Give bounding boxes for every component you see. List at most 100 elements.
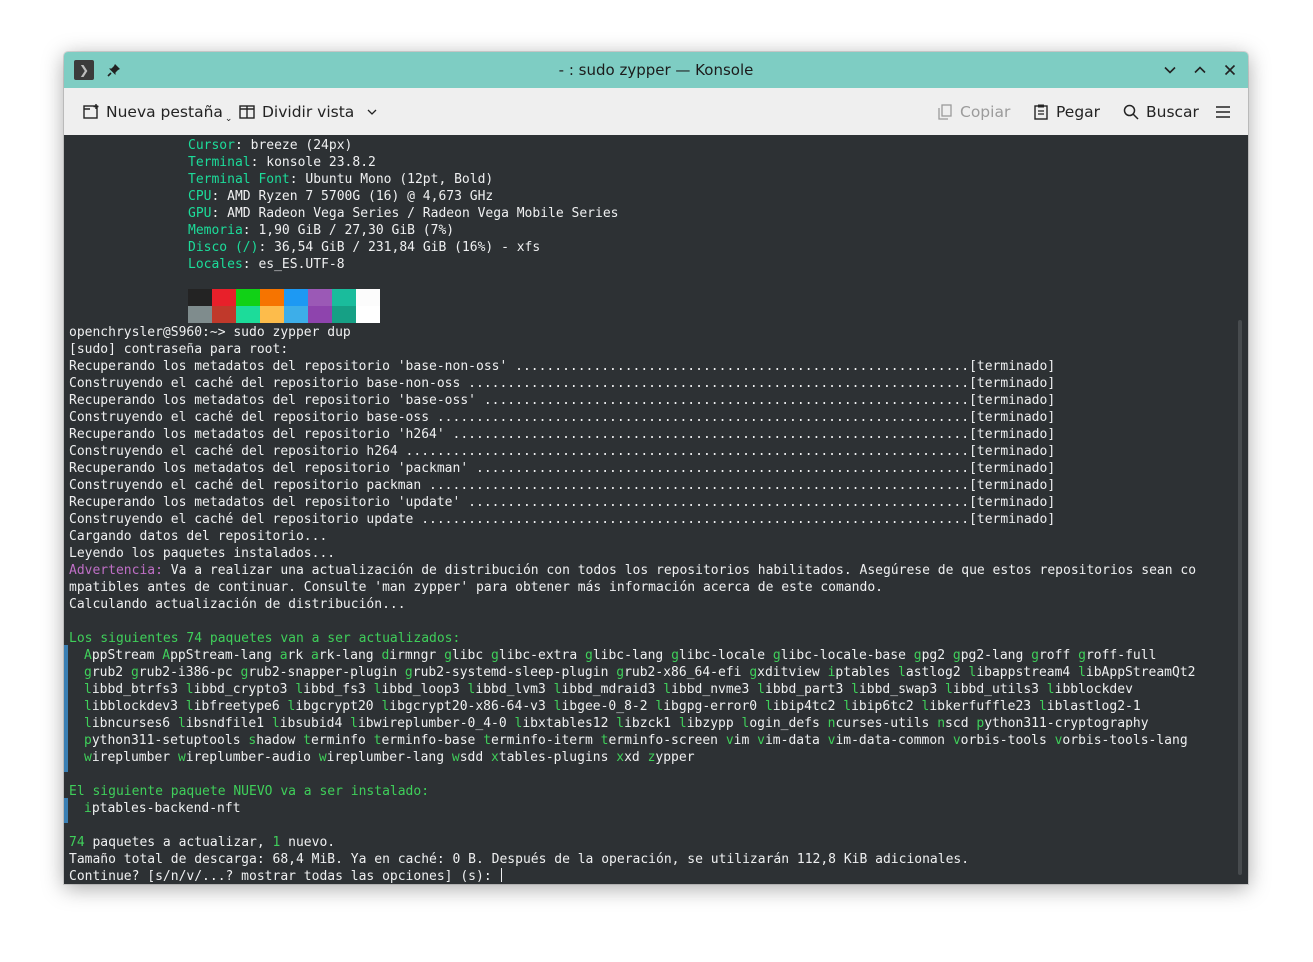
package-name: libgee-0_8-2	[553, 699, 648, 714]
package-initial: l	[663, 682, 672, 697]
package-name: grub2-snapper-plugin	[240, 665, 398, 680]
package-initial: l	[678, 716, 687, 731]
package-initial: l	[1078, 665, 1086, 680]
package-initial: w	[84, 750, 92, 765]
warning-line: mpatibles antes de continuar. Consulte '…	[69, 579, 883, 596]
package-name: libbd_part3	[757, 682, 844, 697]
package-name: AppStream	[84, 648, 155, 663]
package-name: shadow	[248, 733, 296, 748]
sysinfo-key: CPU	[188, 189, 212, 204]
package-initial: v	[827, 733, 836, 748]
package-list-line: grub2 grub2-i386-pc grub2-snapper-plugin…	[84, 664, 1195, 681]
package-initial: w	[177, 750, 186, 765]
package-initial: A	[162, 648, 171, 663]
terminal-line: Construyendo el caché del repositorio up…	[69, 511, 1055, 528]
split-view-button[interactable]: Dividir vista	[238, 88, 378, 135]
package-initial: l	[1046, 682, 1055, 697]
new-package-heading-text: El siguiente paquete NUEVO va a ser inst…	[69, 784, 430, 799]
prompt-text: Continue? [s/n/v/...? mostrar todas las …	[69, 869, 500, 884]
summary-text: paquetes a actualizar,	[84, 835, 273, 850]
package-initial: p	[84, 733, 92, 748]
hamburger-menu-icon	[1216, 105, 1230, 118]
konsole-window: ❯ - : sudo zypper — Konsole Nueva pestañ…	[64, 52, 1248, 884]
package-initial: g	[404, 665, 413, 680]
sysinfo-line: Locales: es_ES.UTF-8	[188, 256, 345, 273]
package-initial: l	[84, 716, 92, 731]
package-initial: l	[616, 716, 625, 731]
package-initial: l	[757, 682, 765, 697]
package-initial: g	[772, 648, 781, 663]
sysinfo-line: Terminal Font: Ubuntu Mono (12pt, Bold)	[188, 171, 493, 188]
package-initial: g	[584, 648, 593, 663]
sysinfo-value: : AMD Radeon Vega Series / Radeon Vega M…	[211, 206, 619, 221]
paste-button[interactable]: Pegar	[1032, 88, 1100, 135]
package-name: grub2-x86_64-efi	[616, 665, 742, 680]
terminal-line: Recuperando los metadatos del repositori…	[69, 494, 1055, 511]
sysinfo-key: Terminal Font	[188, 172, 290, 187]
color-swatch	[212, 306, 236, 323]
terminal-line: Construyendo el caché del repositorio ba…	[69, 409, 1055, 426]
package-name: grub2-systemd-sleep-plugin	[404, 665, 609, 680]
package-name: ark-lang	[311, 648, 374, 663]
new-tab-button[interactable]: Nueva pestaña ⌄	[82, 88, 232, 135]
terminal-output[interactable]: Cursor: breeze (24px) Terminal: konsole 2…	[64, 135, 1248, 884]
terminal-line: Recuperando los metadatos del repositori…	[69, 392, 1055, 409]
copy-button[interactable]: Copiar	[936, 88, 1010, 135]
sysinfo-key: Locales	[188, 257, 243, 272]
package-name: gpg2	[913, 648, 946, 663]
sysinfo-value: : 36,54 GiB / 231,84 GiB (16%) - xfs	[258, 240, 541, 255]
maximize-button[interactable]	[1188, 58, 1212, 82]
package-name: libbd_mdraid3	[553, 682, 656, 697]
search-icon	[1123, 104, 1139, 120]
sysinfo-value: : breeze (24px)	[234, 138, 353, 153]
terminal-line: Cargando datos del repositorio...	[69, 528, 327, 545]
split-view-icon	[239, 104, 255, 119]
terminal-line: [sudo] contraseña para root:	[69, 341, 288, 358]
package-list-line: AppStream AppStream-lang ark ark-lang di…	[84, 647, 1156, 664]
package-name: glibc	[444, 648, 484, 663]
title-bar[interactable]: ❯ - : sudo zypper — Konsole	[64, 52, 1248, 88]
package-name: grub2-i386-pc	[130, 665, 233, 680]
package-name: glibc-locale-base	[772, 648, 906, 663]
warning-line: Advertencia: Va a realizar una actualiza…	[69, 562, 1196, 579]
package-name: libzck1	[616, 716, 672, 731]
close-icon	[1224, 64, 1236, 76]
terminal-line-text: Recuperando los metadatos del repositori…	[69, 393, 1056, 408]
package-initial: v	[725, 733, 734, 748]
package-name: nscd	[937, 716, 969, 731]
minimize-button[interactable]	[1158, 58, 1182, 82]
package-name: python311-setuptools	[84, 733, 241, 748]
package-initial: g	[491, 648, 499, 663]
package-name: vim-data	[757, 733, 820, 748]
package-list-line: iptables-backend-nft	[84, 800, 241, 817]
selection-marker	[64, 645, 68, 772]
paste-label: Pegar	[1056, 102, 1101, 121]
search-button[interactable]: Buscar	[1122, 88, 1199, 135]
scrollbar[interactable]	[1238, 320, 1242, 875]
package-name: wireplumber	[84, 750, 171, 765]
package-initial: g	[671, 648, 679, 663]
upgrade-heading-text: Los siguientes 74 paquetes van a ser act…	[69, 631, 461, 646]
new-tab-icon	[83, 103, 99, 119]
package-initial: l	[741, 716, 750, 731]
package-initial: l	[381, 699, 390, 714]
package-initial: t	[483, 733, 492, 748]
package-initial: v	[1054, 733, 1063, 748]
upgrade-count: 74	[69, 835, 85, 850]
package-name: libbd_loop3	[373, 682, 460, 697]
package-initial: t	[600, 733, 609, 748]
close-button[interactable]	[1218, 58, 1242, 82]
package-initial: l	[84, 682, 92, 697]
copy-label: Copiar	[960, 102, 1011, 121]
package-initial: g	[1031, 648, 1039, 663]
package-initial: p	[976, 716, 985, 731]
package-initial: s	[248, 733, 257, 748]
package-name: wireplumber-lang	[318, 750, 445, 765]
sysinfo-line: Disco (/): 36,54 GiB / 231,84 GiB (16%) …	[188, 239, 540, 256]
package-initial: g	[913, 648, 922, 663]
package-name: vorbis-tools	[952, 733, 1047, 748]
hamburger-menu-button[interactable]	[1214, 88, 1232, 135]
color-swatch	[308, 306, 332, 323]
package-initial: l	[467, 682, 476, 697]
package-name: xtables-plugins	[491, 750, 609, 765]
